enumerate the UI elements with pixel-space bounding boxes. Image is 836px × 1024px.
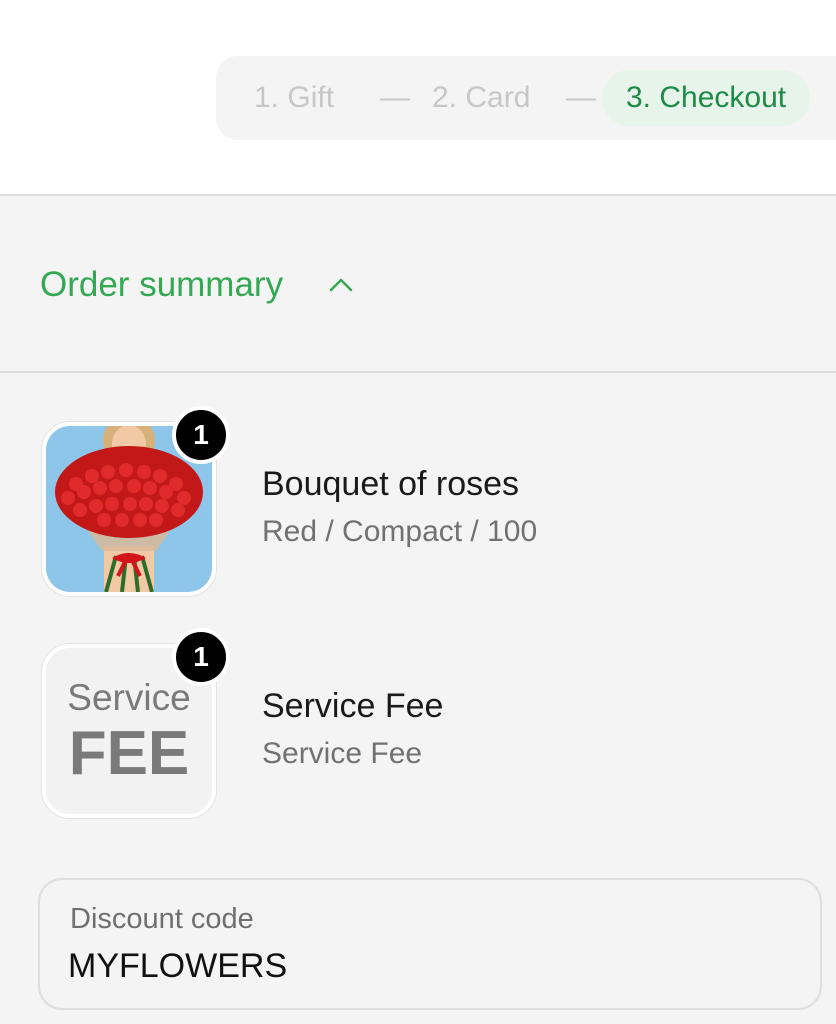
discount-code-label: Discount code: [70, 903, 254, 935]
order-summary-title: Order summary: [40, 265, 284, 304]
service-fee-image-text: Service: [67, 677, 191, 718]
order-summary-panel: Order summary 1 Bouquet of roses Red / C…: [0, 196, 836, 1024]
discount-code-field[interactable]: Discount code: [38, 878, 822, 1010]
step-separator: —: [380, 81, 410, 114]
step-card[interactable]: 2. Card: [432, 78, 530, 118]
step-checkout[interactable]: 3. Checkout: [602, 70, 811, 126]
step-gift[interactable]: 1. Gift: [254, 78, 334, 118]
quantity-badge: 1: [172, 406, 230, 464]
item-name: Service Fee: [262, 687, 444, 725]
chevron-up-icon: [329, 278, 353, 292]
step-separator: —: [566, 81, 596, 114]
discount-code-input[interactable]: [68, 944, 768, 988]
checkout-header: 1. Gift — 2. Card — 3. Checkout: [0, 0, 836, 196]
service-fee-image-text: FEE: [68, 719, 190, 788]
item-variant: Service Fee: [262, 737, 423, 770]
item-variant: Red / Compact / 100: [262, 515, 538, 548]
checkout-steps: 1. Gift — 2. Card — 3. Checkout: [216, 56, 836, 140]
order-summary-toggle[interactable]: Order summary: [0, 196, 836, 373]
quantity-badge: 1: [172, 628, 230, 686]
item-name: Bouquet of roses: [262, 465, 520, 503]
